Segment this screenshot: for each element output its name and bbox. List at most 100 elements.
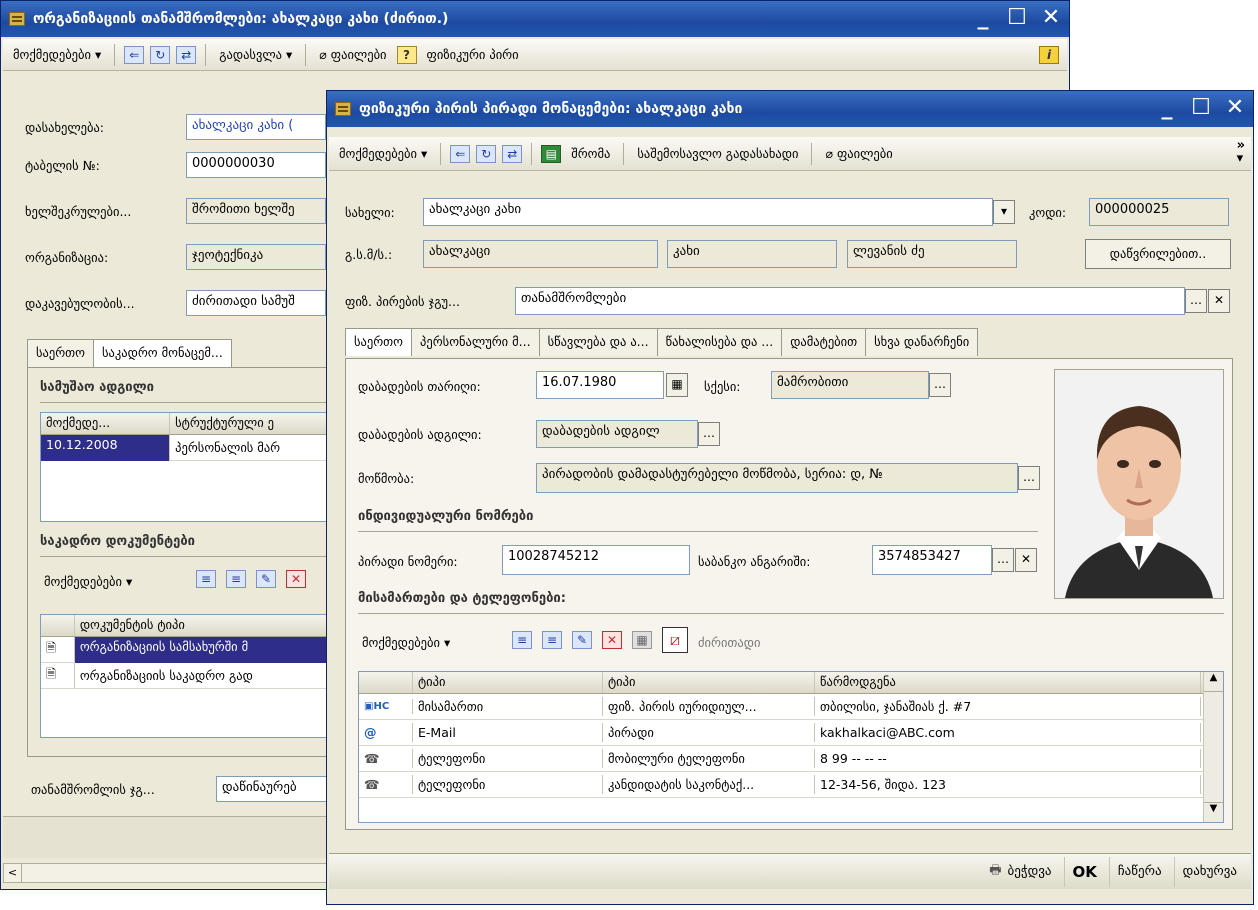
tab-general[interactable]: საერთო	[27, 339, 95, 367]
docs-grid[interactable]: დოკუმენტის ტიპი 🗎 ორგანიზაციის სამსახურშ…	[40, 614, 340, 738]
contacts-main-label[interactable]: ძირითადი	[698, 635, 760, 650]
scroll-up-icon[interactable]: ▲	[1204, 672, 1223, 692]
scroll-down-icon[interactable]: ▼	[1204, 802, 1223, 822]
patronymic-field[interactable]: ლევანის ძე	[847, 240, 1017, 268]
tabnum-field[interactable]: 0000000030	[186, 152, 326, 178]
back-arrow-icon[interactable]: ⇐	[124, 45, 145, 64]
minimize-button[interactable]: _	[971, 5, 995, 31]
sex-field[interactable]: მამრობითი	[771, 371, 929, 399]
group-field[interactable]: თანამშრომლები	[515, 287, 1185, 315]
sex-select-icon[interactable]: …	[929, 373, 951, 397]
contract-label: ხელშეკრულები...	[25, 204, 132, 219]
goto-menu[interactable]: გადასვლა ▾	[215, 43, 296, 67]
actions-menu[interactable]: მოქმედებები ▾	[335, 142, 431, 166]
doc-delete-icon[interactable]: ✕	[286, 570, 306, 588]
employment-field[interactable]: ძირითადი სამუშ	[186, 290, 326, 316]
col-type[interactable]: ტიპი	[413, 672, 603, 693]
birthdate-field[interactable]: 16.07.1980	[536, 371, 664, 399]
tab-education[interactable]: სწავლება და ა...	[538, 328, 658, 356]
work-col-unit[interactable]: სტრუქტურული ე	[170, 413, 339, 434]
doc-edit-icon[interactable]: ✎	[256, 570, 276, 588]
person-button[interactable]: ფიზიკური პირი	[423, 43, 523, 67]
certificate-field[interactable]: პირადობის დამადასტურებელი მოწმობა, სერია…	[536, 463, 1018, 493]
info-icon[interactable]: i	[1039, 45, 1059, 64]
maximize-button[interactable]: ☐	[1005, 5, 1029, 31]
calendar-icon[interactable]: ▦	[666, 373, 688, 397]
personal-number-field[interactable]: 10028745212	[502, 545, 690, 575]
refresh-icon[interactable]: ↻	[476, 144, 497, 163]
table-row[interactable]: @ E-Mail პირადი kakhalkaci@ABC.com	[359, 720, 1223, 746]
tab-personal[interactable]: პერსონალური მ...	[411, 328, 540, 356]
actions-menu[interactable]: მოქმედებები ▾	[9, 43, 105, 67]
bank-select-icon[interactable]: …	[992, 548, 1014, 572]
minimize-button[interactable]: _	[1155, 95, 1179, 121]
close-button[interactable]: ✕	[1039, 5, 1063, 31]
org-field[interactable]: ჯეოტექნიკა	[186, 244, 326, 270]
name-dropdown-icon[interactable]: ▾	[993, 200, 1015, 224]
structure-icon[interactable]: ⇄	[176, 45, 197, 64]
docs-actions-menu[interactable]: მოქმედებები ▾	[44, 574, 132, 589]
print-button[interactable]: 🖶 ბეჭდვა	[981, 857, 1059, 887]
work-button[interactable]: შრომა	[567, 142, 614, 166]
tab-personnel[interactable]: საკადრო მონაცემ...	[93, 339, 232, 367]
doc-copy-icon[interactable]: ≡	[226, 570, 246, 588]
ok-button[interactable]: OK	[1063, 856, 1105, 887]
col-kind[interactable]: ტიპი	[603, 672, 815, 693]
maximize-button[interactable]: ☐	[1189, 95, 1213, 121]
close-button[interactable]: ✕	[1223, 95, 1247, 121]
horizontal-scrollbar[interactable]: <	[3, 863, 333, 883]
doc-add-icon[interactable]: ≡	[196, 570, 216, 588]
tab-general[interactable]: საერთო	[345, 328, 413, 356]
vertical-scrollbar[interactable]: ▲ ▼	[1203, 672, 1223, 822]
back-titlebar[interactable]: ორგანიზაციის თანამშრომლები: ახალკაცი კახ…	[1, 1, 1069, 37]
birthplace-select-icon[interactable]: …	[698, 422, 720, 446]
bank-account-field[interactable]: 3574853427	[872, 545, 992, 575]
contact-save-icon[interactable]: ▦	[632, 631, 652, 649]
files-button[interactable]: ⌀ ფაილები	[315, 43, 390, 67]
employee-group-field[interactable]: დაწინაურებ	[216, 776, 336, 802]
table-row[interactable]: ☎ ტელეფონი მობილური ტელეფონი 8 99 -- -- …	[359, 746, 1223, 772]
help-icon[interactable]: ?	[396, 45, 417, 64]
table-row[interactable]: 🗎 ორგანიზაციის სამსახურში მ	[41, 636, 339, 663]
table-row[interactable]: 🗎 ორგანიზაციის საკადრო გად	[41, 663, 339, 689]
work-grid[interactable]: მოქმედე... სტრუქტურული ე 10.12.2008 პერს…	[40, 412, 340, 522]
contact-add-icon[interactable]: ≡	[512, 631, 532, 649]
birthplace-field[interactable]: დაბადების ადგილ	[536, 420, 698, 448]
group-select-icon[interactable]: …	[1185, 289, 1207, 313]
write-button[interactable]: ჩაწერა	[1108, 856, 1170, 887]
contact-copy-icon[interactable]: ≡	[542, 631, 562, 649]
contact-delete-icon[interactable]: ✕	[602, 631, 622, 649]
firstname-field[interactable]: კახი	[667, 240, 837, 268]
files-button[interactable]: ⌀ ფაილები	[821, 142, 896, 166]
contract-field[interactable]: შრომითი ხელშე	[186, 198, 326, 224]
structure-icon[interactable]: ⇄	[502, 144, 523, 163]
surname-field[interactable]: ახალკაცი	[423, 240, 658, 268]
scroll-left-icon[interactable]: <	[4, 864, 22, 882]
main-toggle-icon[interactable]: ⧄	[662, 627, 688, 653]
table-row[interactable]: 10.12.2008 პერსონალის მარ	[41, 434, 339, 461]
bank-clear-icon[interactable]: ✕	[1015, 548, 1037, 572]
name-field[interactable]: ახალკაცი კახი (	[186, 114, 326, 140]
code-field[interactable]: 000000025	[1089, 198, 1229, 226]
person-name-field[interactable]: ახალკაცი კახი	[423, 198, 993, 226]
tax-button[interactable]: საშემოსავლო გადასახადი	[633, 142, 802, 166]
detailed-button[interactable]: დაწვრილებით..	[1085, 239, 1231, 269]
docs-col-type[interactable]: დოკუმენტის ტიპი	[75, 615, 339, 636]
tab-rewards[interactable]: წახალისება და ...	[656, 328, 783, 356]
certificate-select-icon[interactable]: …	[1018, 466, 1040, 490]
contacts-actions-menu[interactable]: მოქმედებები ▾	[362, 635, 450, 650]
table-row[interactable]: ▣HC მისამართი ფიზ. პირის იურიდიულ... თბი…	[359, 694, 1223, 720]
refresh-icon[interactable]: ↻	[150, 45, 171, 64]
group-clear-icon[interactable]: ✕	[1208, 289, 1230, 313]
work-col-date[interactable]: მოქმედე...	[41, 413, 171, 434]
table-row[interactable]: ☎ ტელეფონი კანდიდატის საკონტაქ... 12-34-…	[359, 772, 1223, 798]
contact-edit-icon[interactable]: ✎	[572, 631, 592, 649]
contacts-grid[interactable]: ტიპი ტიპი წარმოდგენა ▣HC მისამართი ფიზ. …	[358, 671, 1224, 823]
tab-additional[interactable]: დამატებით	[781, 328, 867, 356]
close-form-button[interactable]: დახურვა	[1173, 856, 1245, 887]
front-titlebar[interactable]: ფიზიკური პირის პირადი მონაცემები: ახალკა…	[327, 91, 1253, 127]
col-representation[interactable]: წარმოდგენა	[815, 672, 1201, 693]
back-arrow-icon[interactable]: ⇐	[450, 144, 471, 163]
tab-other[interactable]: სხვა დანარჩენი	[865, 328, 979, 356]
overflow-chevron-icon[interactable]: » ▾	[1237, 139, 1245, 165]
